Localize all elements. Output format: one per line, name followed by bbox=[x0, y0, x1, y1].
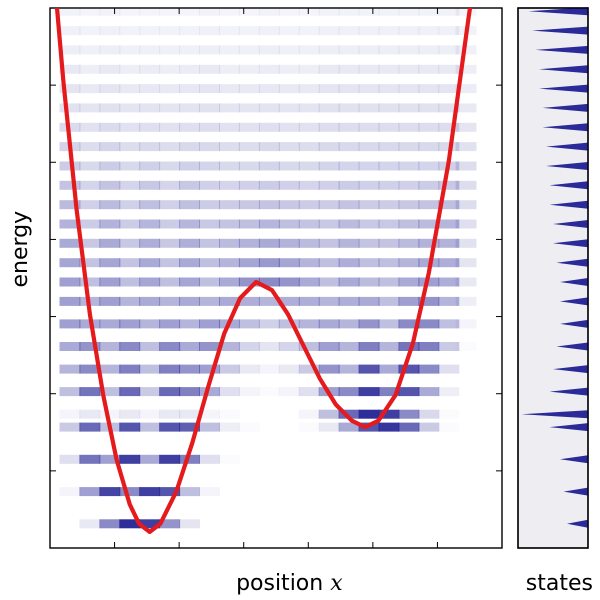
chart-svg bbox=[0, 0, 600, 600]
y-axis-label: energy bbox=[8, 211, 33, 288]
states-axis-label: states bbox=[526, 571, 593, 596]
x-axis-label: position x bbox=[236, 571, 343, 596]
